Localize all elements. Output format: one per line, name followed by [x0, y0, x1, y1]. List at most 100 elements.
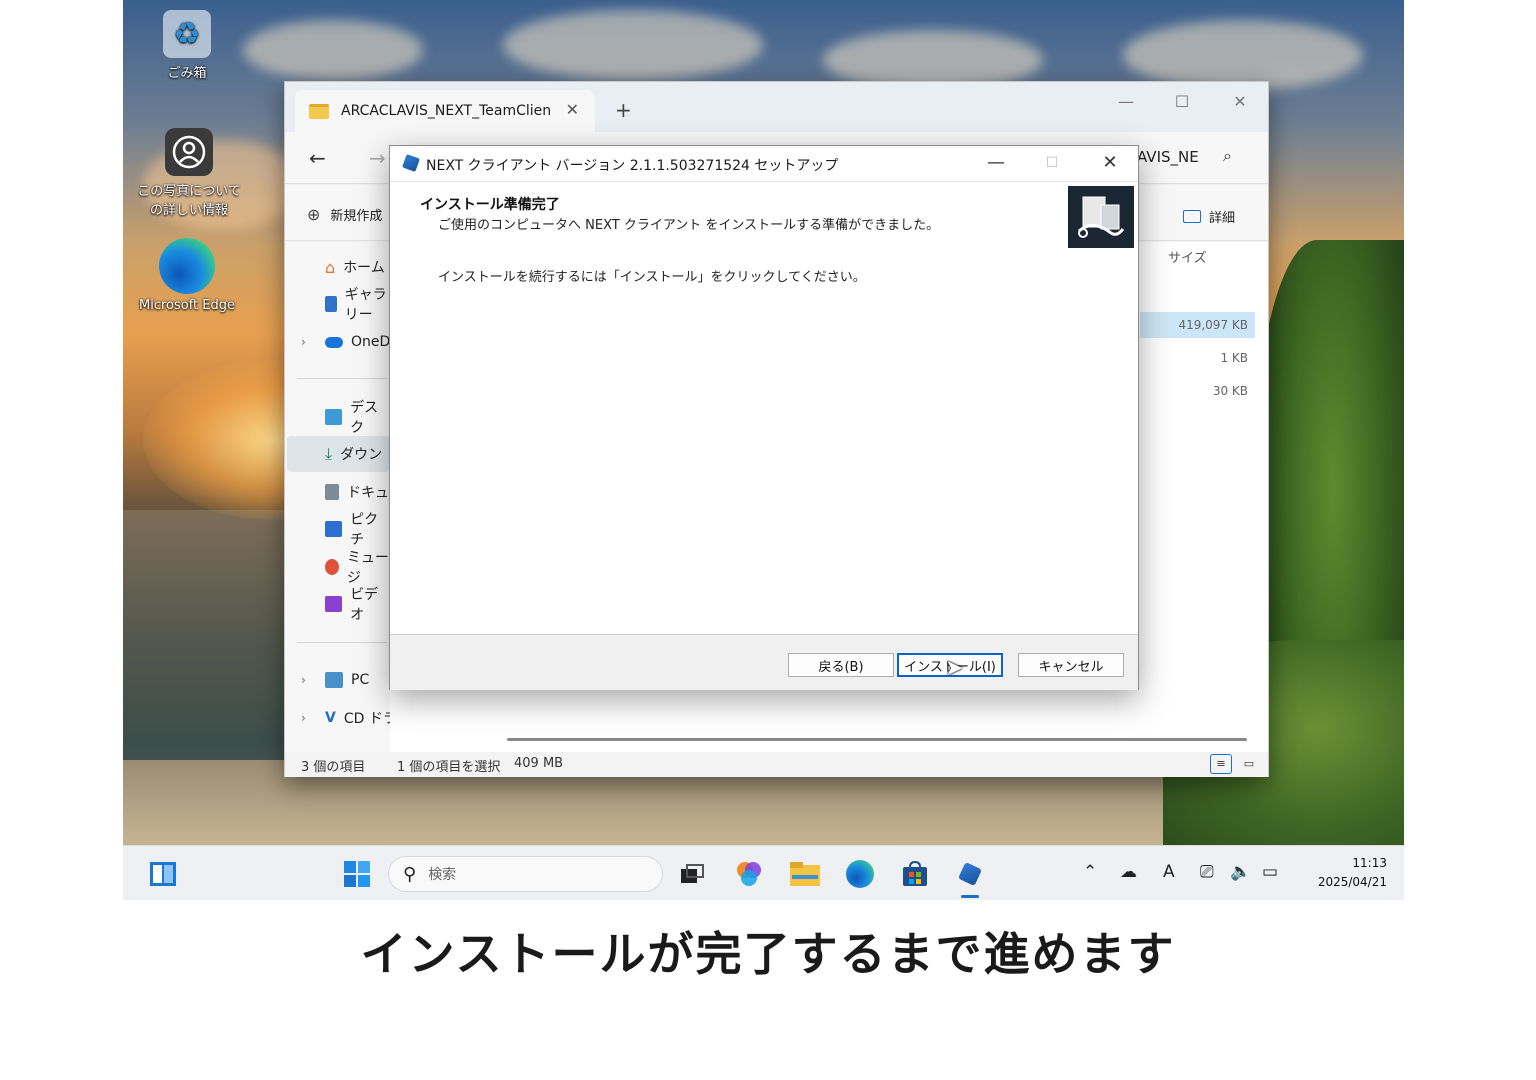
chevron-right-icon[interactable]: ›	[301, 673, 306, 687]
folder-icon	[309, 103, 329, 119]
close-icon[interactable]: ✕	[1220, 92, 1260, 111]
pc-icon	[325, 672, 343, 688]
recycle-bin-icon: ♻	[163, 10, 211, 58]
minimize-icon[interactable]: —	[973, 152, 1019, 173]
search-icon[interactable]: ⌕	[1223, 146, 1232, 166]
caption-text: インストールが完了するまで進めます	[360, 927, 1176, 981]
selection-size: 409 MB	[514, 756, 564, 771]
active-app-indicator	[961, 895, 979, 898]
setup-title: NEXT クライアント バージョン 2.1.1.503271524 セットアップ	[426, 158, 839, 174]
store-icon[interactable]	[899, 858, 931, 890]
sidebar-item-downloads[interactable]: ⤓ ダウン	[325, 441, 382, 467]
details-pane-icon	[1183, 210, 1201, 223]
setup-header: インストール準備完了 ご使用のコンピュータへ NEXT クライアント をインスト…	[390, 182, 1138, 252]
sidebar-item-gallery[interactable]: ギャラリー	[325, 287, 390, 323]
details-pane-button[interactable]: 詳細	[1183, 207, 1235, 226]
file-size: 30 KB	[1212, 384, 1248, 398]
cd-drive-icon: V	[325, 710, 336, 726]
network-icon[interactable]: ⎚	[1200, 862, 1214, 882]
close-tab-icon[interactable]: ✕	[566, 100, 579, 119]
back-button[interactable]: 戻る(B)	[788, 653, 894, 677]
search-icon: ⚲	[403, 863, 417, 885]
file-size: 419,097 KB	[1178, 318, 1248, 332]
forward-arrow-icon[interactable]: →	[369, 146, 386, 170]
setup-footer: 戻る(B) インストール(I) キャンセル	[390, 634, 1138, 690]
sidebar-item-label: ビデオ	[350, 587, 379, 623]
maximize-icon[interactable]: ☐	[1162, 92, 1202, 111]
clock-date: 2025/04/21	[1317, 875, 1387, 889]
edge-taskbar-icon[interactable]	[844, 858, 876, 890]
pictures-icon	[325, 521, 343, 537]
sidebar-item-desktop[interactable]: デスク	[325, 400, 390, 436]
chevron-right-icon[interactable]: ›	[301, 335, 306, 349]
sidebar-item-onedrive[interactable]: OneD	[325, 329, 390, 355]
explorer-tab[interactable]: ARCACLAVIS_NEXT_TeamClien ✕	[295, 90, 595, 132]
sidebar-item-documents[interactable]: ドキュ	[325, 479, 389, 505]
setup-subheading: ご使用のコンピュータへ NEXT クライアント をインストールする準備ができまし…	[438, 218, 940, 233]
sidebar-item-videos[interactable]: ビデオ	[325, 587, 390, 623]
battery-icon[interactable]: ▭	[1262, 862, 1278, 882]
task-view-icon[interactable]	[676, 858, 708, 890]
desktop-icon-edge[interactable]: Microsoft Edge	[127, 238, 247, 313]
sidebar-item-label: ホーム	[343, 260, 385, 276]
sidebar-item-label: ダウン	[340, 447, 383, 463]
desktop-icon-label: Microsoft Edge	[138, 298, 235, 313]
details-view-icon[interactable]: ≡	[1210, 754, 1232, 774]
onedrive-icon	[325, 336, 343, 348]
item-count: 3 個の項目	[301, 760, 366, 775]
sidebar-item-label: OneD	[351, 334, 391, 350]
horizontal-scrollbar[interactable]	[507, 738, 1247, 741]
sidebar-item-label: デスク	[350, 400, 379, 436]
add-tab-icon[interactable]: +	[615, 98, 632, 122]
sidebar-divider	[297, 378, 387, 379]
copilot-icon[interactable]	[733, 858, 765, 890]
setup-app-icon	[402, 154, 420, 172]
maximize-icon: ☐	[1045, 155, 1059, 171]
volume-icon[interactable]: 🔈	[1230, 862, 1251, 882]
setup-taskbar-icon[interactable]	[954, 858, 986, 890]
sidebar-item-home[interactable]: ⌂ ホーム	[325, 254, 385, 280]
taskbar: ⚲ 検索 ⌃ ☁ A ⎚ 🔈 ▭ 11:13 2025/04/21	[123, 845, 1404, 900]
videos-icon	[325, 596, 343, 612]
taskbar-search-placeholder: 検索	[428, 867, 457, 883]
close-icon[interactable]: ✕	[1087, 152, 1133, 173]
input-method-icon[interactable]: A	[1163, 862, 1175, 882]
sidebar-item-music[interactable]: ミュージ	[325, 550, 390, 586]
back-arrow-icon[interactable]: ←	[309, 146, 326, 170]
desktop-icon-recycle-bin[interactable]: ♻ ごみ箱	[127, 10, 247, 81]
sidebar-item-pc[interactable]: PC	[325, 667, 369, 693]
minimize-icon[interactable]: —	[1106, 92, 1146, 111]
large-icons-view-icon[interactable]: ▭	[1238, 754, 1260, 774]
sidebar-item-label: PC	[351, 672, 370, 688]
address-bar-path[interactable]: AVIS_NE	[1137, 148, 1199, 166]
setup-title-bar: NEXT クライアント バージョン 2.1.1.503271524 セットアップ…	[390, 146, 1138, 182]
sidebar-item-pictures[interactable]: ピクチ	[325, 512, 390, 548]
sidebar-divider	[297, 642, 387, 643]
taskbar-search[interactable]: ⚲ 検索	[388, 856, 663, 892]
desktop-icon-label: この写真についての詳しい情報	[137, 184, 241, 218]
desktop-icon-spotlight[interactable]: この写真についての詳しい情報	[127, 128, 251, 218]
new-button[interactable]: ⊕ 新規作成	[307, 205, 382, 224]
sidebar-item-label: ドキュ	[347, 485, 389, 501]
cloud-offline-icon[interactable]: ☁	[1120, 862, 1137, 882]
desktop-folder-icon	[325, 409, 343, 425]
spotlight-info-icon	[165, 128, 213, 176]
show-hidden-icons-icon[interactable]: ⌃	[1083, 862, 1097, 882]
setup-dialog: NEXT クライアント バージョン 2.1.1.503271524 セットアップ…	[389, 145, 1139, 690]
desktop-icon-label: ごみ箱	[167, 66, 207, 81]
start-icon[interactable]	[341, 858, 373, 890]
setup-heading: インストール準備完了	[420, 197, 560, 213]
system-clock[interactable]: 11:13 2025/04/21	[1293, 854, 1403, 892]
file-size: 1 KB	[1220, 351, 1248, 365]
column-header-size[interactable]: サイズ	[1168, 247, 1207, 266]
clock-time: 11:13	[1352, 856, 1387, 870]
widgets-icon[interactable]	[147, 858, 179, 890]
file-explorer-icon[interactable]	[789, 858, 821, 890]
details-label: 詳細	[1209, 211, 1236, 226]
cancel-button[interactable]: キャンセル	[1018, 653, 1124, 677]
documents-icon	[325, 484, 339, 500]
plus-circle-icon: ⊕	[307, 205, 321, 224]
selection-count: 1 個の項目を選択	[397, 760, 501, 775]
chevron-right-icon[interactable]: ›	[301, 711, 306, 725]
edge-icon	[159, 238, 215, 294]
